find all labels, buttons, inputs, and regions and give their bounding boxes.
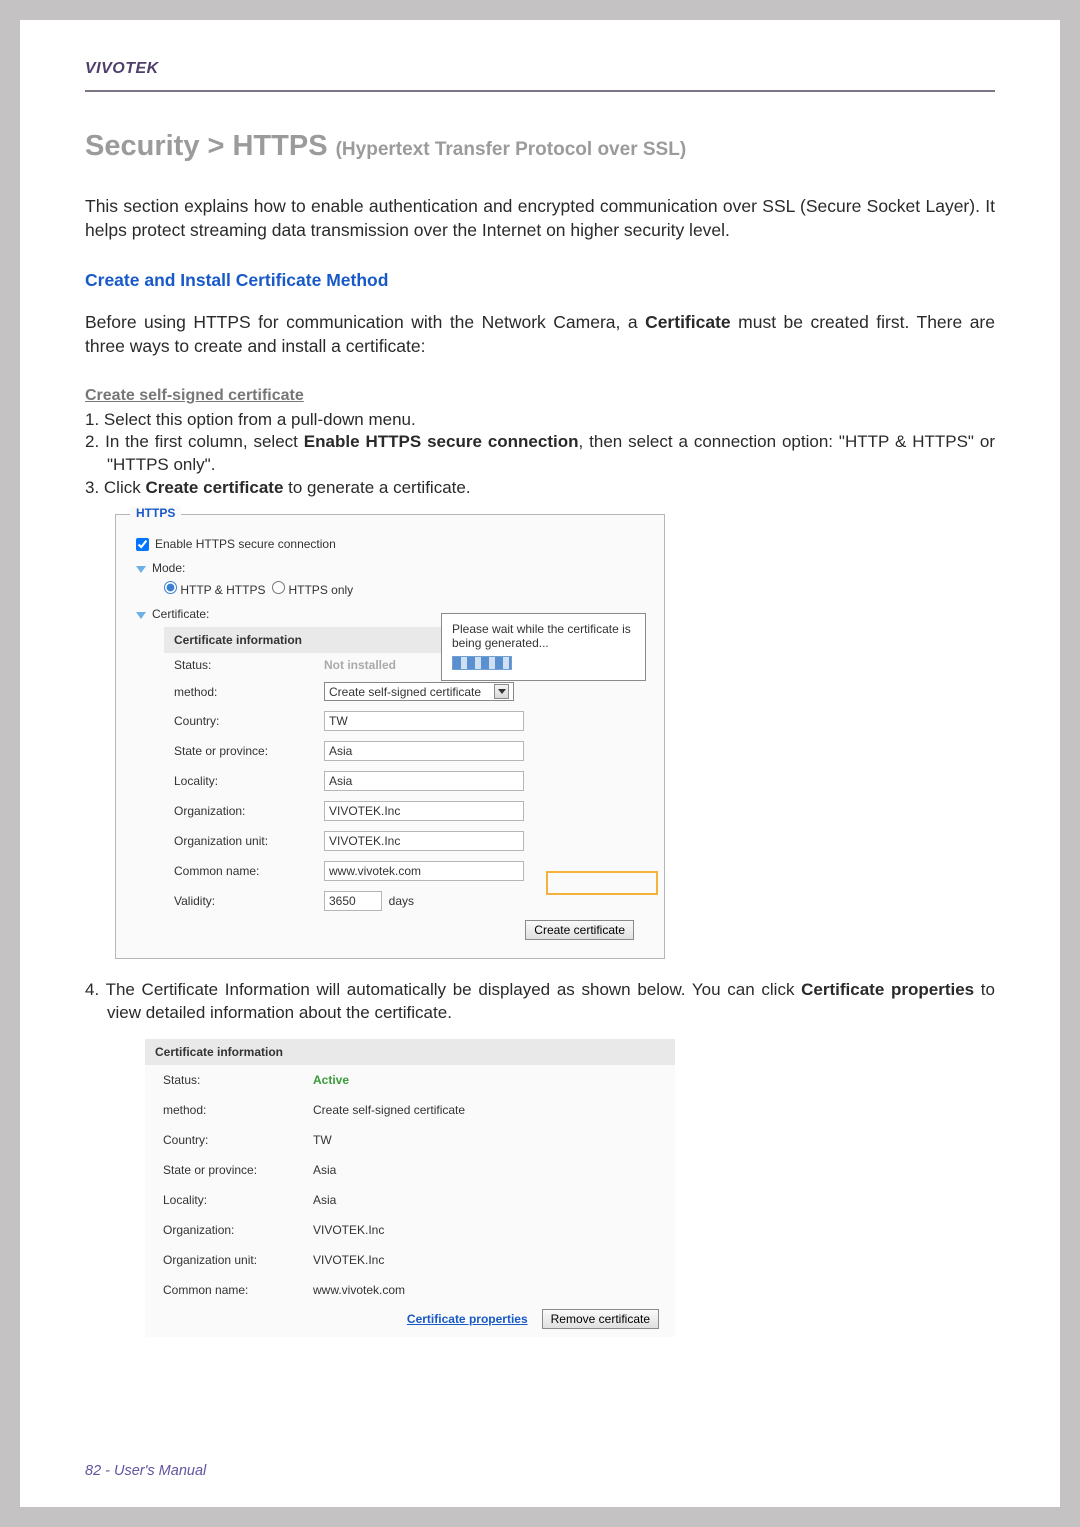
cert-info-table-2: Status:Active method:Create self-signed … <box>145 1065 675 1305</box>
mode-label: Mode: <box>152 561 185 575</box>
cert-info-result-panel: Certificate information Status:Active me… <box>145 1039 675 1337</box>
mode-http-https[interactable]: HTTP & HTTPS <box>164 581 265 597</box>
section-heading: Create and Install Certificate Method <box>85 270 995 291</box>
state-label: State or province: <box>174 744 324 758</box>
status-label-2: Status: <box>163 1073 313 1087</box>
method-label: method: <box>174 685 324 699</box>
certificate-label: Certificate: <box>152 607 209 621</box>
enable-row: Enable HTTPS secure connection <box>136 537 644 551</box>
certificate-properties-link[interactable]: Certificate properties <box>407 1312 528 1326</box>
organization-label: Organization: <box>174 804 324 818</box>
page-footer: 82 - User's Manual <box>85 1463 206 1479</box>
state-label-2: State or province: <box>163 1163 313 1177</box>
validity-unit: days <box>389 894 414 908</box>
dropdown-arrow-icon <box>494 684 509 699</box>
validity-input[interactable]: 3650 <box>324 891 382 911</box>
country-label: Country: <box>174 714 324 728</box>
document-page: VIVOTEK Security > HTTPS (Hypertext Tran… <box>20 20 1060 1507</box>
organization-label-2: Organization: <box>163 1223 313 1237</box>
organization-input[interactable]: VIVOTEK.Inc <box>324 801 524 821</box>
intro2-paragraph: Before using HTTPS for communication wit… <box>85 311 995 358</box>
commonname-value-2: www.vivotek.com <box>313 1283 657 1297</box>
orgunit-label: Organization unit: <box>174 834 324 848</box>
status-label: Status: <box>174 658 324 672</box>
https-config-panel: HTTPS Enable HTTPS secure connection Mod… <box>115 514 665 959</box>
progress-bar <box>452 656 512 670</box>
header-divider <box>85 90 995 92</box>
mode-https-only[interactable]: HTTPS only <box>272 581 353 597</box>
intro-paragraph: This section explains how to enable auth… <box>85 195 995 242</box>
chevron-down-icon <box>136 612 146 619</box>
country-input[interactable]: TW <box>324 711 524 731</box>
brand-bar: VIVOTEK <box>85 60 995 78</box>
panel-body: Enable HTTPS secure connection Mode: HTT… <box>116 515 664 958</box>
validity-label: Validity: <box>174 894 324 908</box>
commonname-input[interactable]: www.vivotek.com <box>324 861 524 881</box>
orgunit-value-2: VIVOTEK.Inc <box>313 1253 657 1267</box>
enable-https-checkbox[interactable] <box>136 538 149 551</box>
panel-legend: HTTPS <box>130 506 181 520</box>
page-title: Security > HTTPS (Hypertext Transfer Pro… <box>85 130 995 163</box>
wait-message: Please wait while the certificate is bei… <box>452 622 635 650</box>
chevron-down-icon <box>136 566 146 573</box>
cert-info-header-2: Certificate information <box>145 1039 675 1065</box>
title-sub: (Hypertext Transfer Protocol over SSL) <box>336 139 687 160</box>
wait-dialog: Please wait while the certificate is bei… <box>441 613 646 681</box>
brand-text: VIVOTEK <box>85 60 159 77</box>
locality-label-2: Locality: <box>163 1193 313 1207</box>
locality-input[interactable]: Asia <box>324 771 524 791</box>
radio-https-only[interactable] <box>272 581 285 594</box>
mode-section: Mode: <box>136 561 644 575</box>
remove-certificate-button[interactable]: Remove certificate <box>542 1309 659 1329</box>
step-1: 1. Select this option from a pull-down m… <box>85 409 995 432</box>
subsection-heading: Create self-signed certificate <box>85 387 995 405</box>
method-label-2: method: <box>163 1103 313 1117</box>
orgunit-input[interactable]: VIVOTEK.Inc <box>324 831 524 851</box>
enable-https-label: Enable HTTPS secure connection <box>155 537 336 551</box>
radio-http-https[interactable] <box>164 581 177 594</box>
method-select[interactable]: Create self-signed certificate <box>324 682 514 701</box>
step-4: 4. The Certificate Information will auto… <box>85 979 995 1025</box>
method-value-2: Create self-signed certificate <box>313 1103 657 1117</box>
title-main: Security > HTTPS <box>85 130 336 162</box>
step-2: 2. In the first column, select Enable HT… <box>85 431 995 477</box>
status-value-2: Active <box>313 1073 657 1087</box>
commonname-label: Common name: <box>174 864 324 878</box>
mode-options: HTTP & HTTPS HTTPS only <box>164 581 644 597</box>
locality-label: Locality: <box>174 774 324 788</box>
state-input[interactable]: Asia <box>324 741 524 761</box>
state-value-2: Asia <box>313 1163 657 1177</box>
method-selected: Create self-signed certificate <box>329 685 481 699</box>
cert-info-table: Status:Not installed method: Create self… <box>164 653 644 940</box>
step-3: 3. Click Create certificate to generate … <box>85 477 995 500</box>
country-label-2: Country: <box>163 1133 313 1147</box>
orgunit-label-2: Organization unit: <box>163 1253 313 1267</box>
steps-list: 1. Select this option from a pull-down m… <box>85 409 995 501</box>
country-value-2: TW <box>313 1133 657 1147</box>
locality-value-2: Asia <box>313 1193 657 1207</box>
commonname-label-2: Common name: <box>163 1283 313 1297</box>
organization-value-2: VIVOTEK.Inc <box>313 1223 657 1237</box>
create-certificate-button[interactable]: Create certificate <box>525 920 634 940</box>
